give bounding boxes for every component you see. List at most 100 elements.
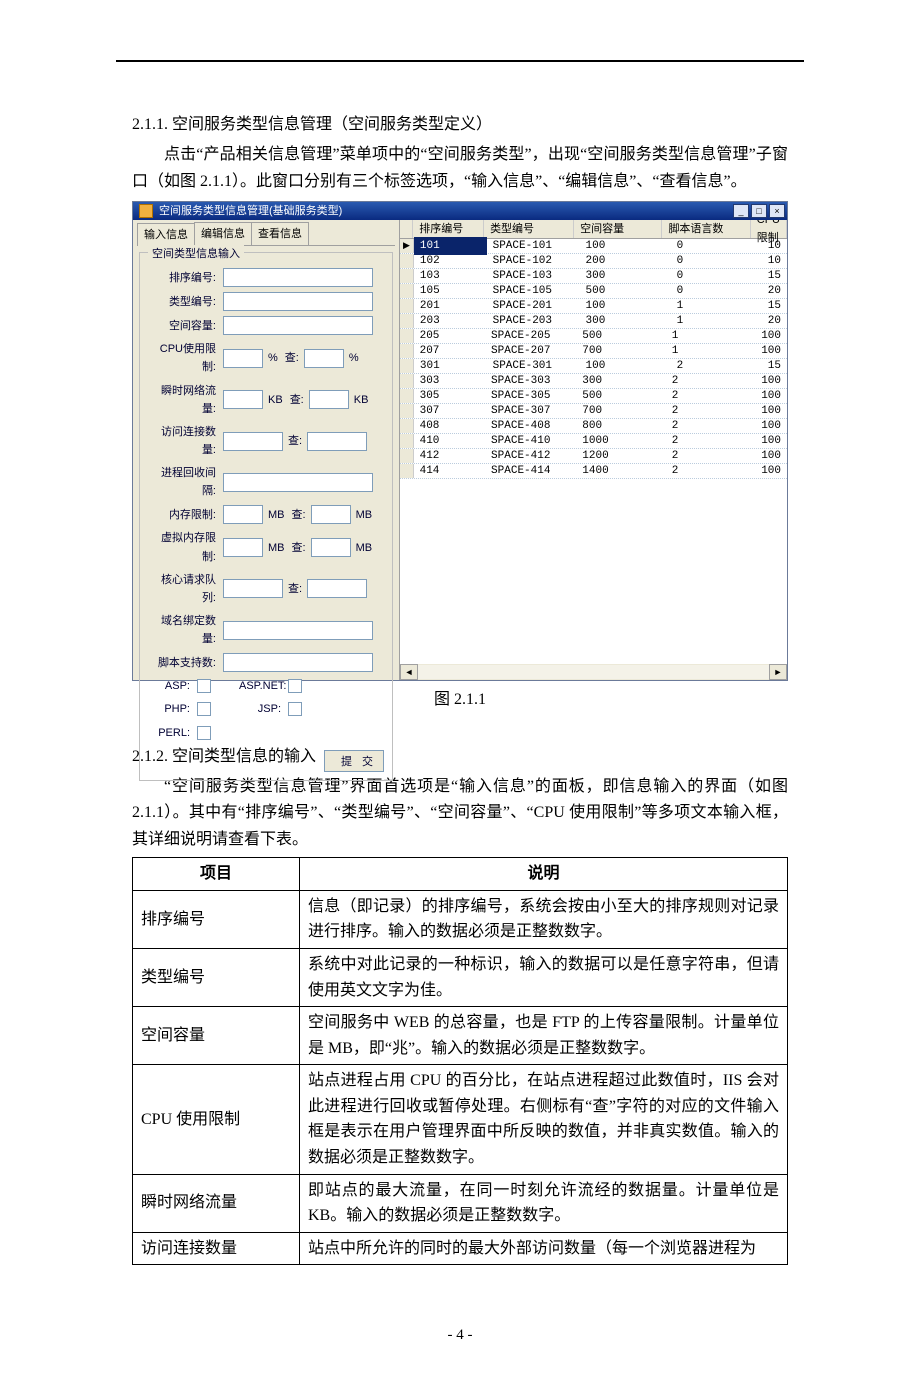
label-cpu-limit: CPU使用限制: [148,340,220,376]
input-net-flow[interactable] [223,390,263,409]
label-mem-limit: 内存限制: [148,506,220,524]
maximize-button[interactable]: □ [751,204,767,218]
col-type-no[interactable]: 类型编号 [484,220,574,238]
label-php: PHP: [148,700,194,718]
table-row: 访问连接数量站点中所允许的同时的最大外部访问数量（每一个浏览器进程为 [133,1232,788,1265]
checkbox-jsp[interactable] [288,702,302,716]
tab-view-info[interactable]: 查看信息 [251,222,309,245]
label-kreq-q: 核心请求队列: [148,571,220,607]
input-script-cnt[interactable] [223,653,373,672]
window-title: 空间服务类型信息管理(基础服务类型) [157,202,733,220]
label-cha-1: 查: [283,349,301,367]
app-icon [139,204,153,218]
cell-key: 类型编号 [133,948,300,1006]
page-number: - 4 - [132,1323,788,1348]
input-conn-cnt[interactable] [223,432,283,451]
label-space-cap: 空间容量: [148,317,220,335]
tab-strip: 输入信息 编辑信息 查看信息 [137,222,395,246]
section-212-para: “空间服务类型信息管理”界面首选项是“输入信息”的面板，即信息输入的界面（如图 … [132,774,788,853]
group-title: 空间类型信息输入 [148,245,244,263]
label-dom-bind: 域名绑定数量: [148,612,220,648]
tab-input-info[interactable]: 输入信息 [137,223,195,246]
checkbox-php[interactable] [197,702,211,716]
label-aspnet: ASP.NET: [239,677,285,695]
label-conn-cnt: 访问连接数量: [148,423,220,459]
label-cha-4: 查: [290,506,308,524]
col-cpu-limit[interactable]: CPU限制 [751,220,787,238]
input-mem-limit-view[interactable] [311,505,351,524]
scroll-right-icon[interactable]: ► [769,664,787,680]
close-button[interactable]: × [769,204,785,218]
input-cpu-limit[interactable] [223,349,263,368]
unit-pct-2: % [347,349,361,367]
unit-mb-4: MB [354,539,375,557]
group-input: 空间类型信息输入 排序编号: 类型编号: 空间容量: CPU使用限制: % 查:… [139,252,393,780]
grid-row[interactable]: 414SPACE-41414002100 [400,464,787,479]
section-211-heading: 2.1.1. 空间服务类型信息管理（空间服务类型定义） [132,112,788,138]
unit-kb: KB [266,391,285,409]
submit-button[interactable]: 提交 [324,750,384,772]
checkbox-perl[interactable] [197,726,211,740]
label-sort-no: 排序编号: [148,269,220,287]
cell-key: 排序编号 [133,890,300,948]
scroll-left-icon[interactable]: ◄ [400,664,418,680]
grid-body: ▶101SPACE-101100010102SPACE-102200010103… [400,239,787,479]
input-kreq-q[interactable] [223,579,283,598]
tab-edit-info[interactable]: 编辑信息 [194,222,252,245]
top-rule [116,60,804,62]
label-cha-3: 查: [286,432,304,450]
cell-val: 即站点的最大流量，在同一时刻允许流经的数据量。计量单位是 KB。输入的数据必须是… [300,1174,788,1232]
input-dom-bind[interactable] [223,621,373,640]
section-211-para: 点击“产品相关信息管理”菜单项中的“空间服务类型”，出现“空间服务类型信息管理”… [132,142,788,195]
checkbox-aspnet[interactable] [288,679,302,693]
cell-val: 空间服务中 WEB 的总容量，也是 FTP 的上传容量限制。计量单位是 MB，即… [300,1007,788,1065]
col-script-cnt[interactable]: 脚本语言数 [662,220,750,238]
table-row: 空间容量空间服务中 WEB 的总容量，也是 FTP 的上传容量限制。计量单位是 … [133,1007,788,1065]
cell-val: 系统中对此记录的一种标识，输入的数据可以是任意字符串，但请使用英文文字为佳。 [300,948,788,1006]
label-cha-6: 查: [286,580,304,598]
label-perl: PERL: [148,724,194,742]
unit-mb-3: MB [266,539,287,557]
section-211-title: 空间服务类型信息管理（空间服务类型定义） [172,116,492,133]
unit-mb-2: MB [354,506,375,524]
cell-key: CPU 使用限制 [133,1065,300,1174]
cell-val: 信息（即记录）的排序编号，系统会按由小至大的排序规则对记录进行排序。输入的数据必… [300,890,788,948]
input-space-cap[interactable] [223,316,373,335]
table-row: 瞬时网络流量即站点的最大流量，在同一时刻允许流经的数据量。计量单位是 KB。输入… [133,1174,788,1232]
label-asp: ASP: [148,677,194,695]
checkbox-asp[interactable] [197,679,211,693]
cell-key: 空间容量 [133,1007,300,1065]
table-row: CPU 使用限制站点进程占用 CPU 的百分比，在站点进程超过此数值时，IIS … [133,1065,788,1174]
input-proc-int[interactable] [223,473,373,492]
label-vmem-limit: 虚拟内存限制: [148,529,220,565]
input-vmem-limit-view[interactable] [311,538,351,557]
input-mem-limit[interactable] [223,505,263,524]
window-space-type: 空间服务类型信息管理(基础服务类型) _ □ × 输入信息 编辑信息 查看信息 [132,201,788,681]
input-type-no[interactable] [223,292,373,311]
input-kreq-q-view[interactable] [307,579,367,598]
field-desc-table: 项目 说明 排序编号信息（即记录）的排序编号，系统会按由小至大的排序规则对记录进… [132,857,788,1265]
label-cha-2: 查: [288,391,306,409]
input-conn-cnt-view[interactable] [307,432,367,451]
section-211-number: 2.1.1. [132,116,168,133]
table-row: 类型编号系统中对此记录的一种标识，输入的数据可以是任意字符串，但请使用英文文字为… [133,948,788,1006]
input-cpu-limit-view[interactable] [304,349,344,368]
horizontal-scrollbar[interactable]: ◄ ► [400,664,787,680]
col-space-cap[interactable]: 空间容量 [574,220,662,238]
label-type-no: 类型编号: [148,293,220,311]
unit-pct: % [266,349,280,367]
minimize-button[interactable]: _ [733,204,749,218]
cell-val: 站点中所允许的同时的最大外部访问数量（每一个浏览器进程为 [300,1232,788,1265]
label-proc-int: 进程回收间隔: [148,464,220,500]
input-vmem-limit[interactable] [223,538,263,557]
label-script-cnt: 脚本支持数: [148,654,220,672]
unit-kb-2: KB [352,391,371,409]
grid-panel: 排序编号 类型编号 空间容量 脚本语言数 CPU限制 ▶101SPACE-101… [400,220,787,680]
cell-key: 瞬时网络流量 [133,1174,300,1232]
table-row: 排序编号信息（即记录）的排序编号，系统会按由小至大的排序规则对记录进行排序。输入… [133,890,788,948]
input-net-flow-view[interactable] [309,390,349,409]
col-sort-no[interactable]: 排序编号 [413,220,484,238]
input-sort-no[interactable] [223,268,373,287]
unit-mb: MB [266,506,287,524]
th-desc: 说明 [300,858,788,891]
